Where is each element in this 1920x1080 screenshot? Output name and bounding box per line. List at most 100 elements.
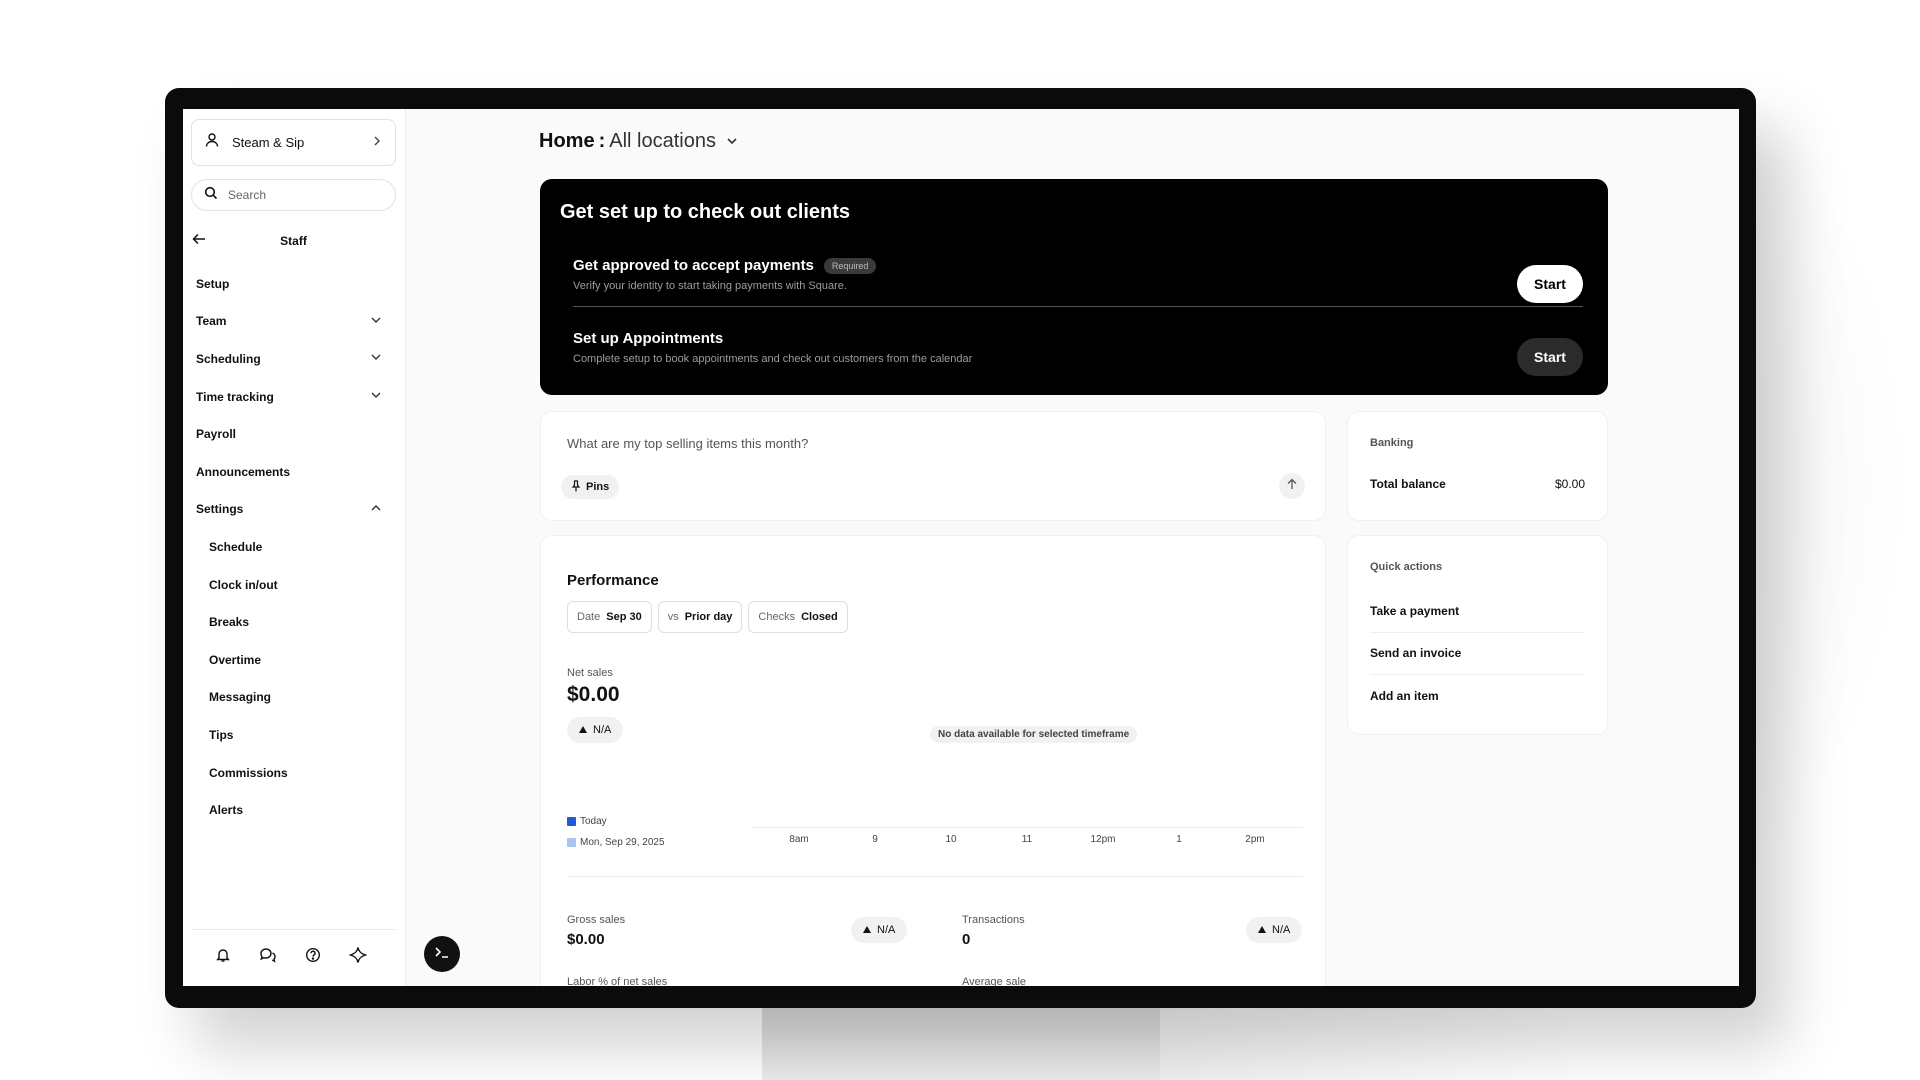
assistant-card: What are my top selling items this month…	[540, 411, 1326, 521]
performance-card: Performance Date Sep 30 vs Prior day Che…	[540, 535, 1326, 986]
task-description: Verify your identity to start taking pay…	[573, 280, 847, 292]
no-data-message: No data available for selected timeframe	[930, 726, 1138, 743]
add-item-action[interactable]: Add an item	[1370, 675, 1585, 718]
sidebar-item-time-tracking[interactable]: Time tracking	[183, 378, 406, 416]
net-sales-label: Net sales	[567, 667, 613, 679]
legend-swatch	[567, 817, 576, 826]
chevron-down-icon	[370, 389, 382, 404]
sidebar-item-label: Clock in/out	[209, 577, 278, 592]
filter-key: Checks	[758, 611, 796, 623]
back-arrow-icon[interactable]	[191, 231, 207, 252]
sidebar-item-label: Payroll	[196, 427, 237, 442]
start-payments-button[interactable]: Start	[1517, 265, 1583, 303]
take-payment-action[interactable]: Take a payment	[1370, 590, 1585, 633]
sidebar-item-announcements[interactable]: Announcements	[183, 453, 406, 491]
stand-shadow	[1160, 1006, 1580, 1080]
divider	[573, 306, 1583, 307]
total-balance-row[interactable]: Total balance $0.00	[1370, 477, 1585, 491]
search-input[interactable]	[228, 188, 378, 202]
task-description: Complete setup to book appointments and …	[573, 353, 973, 365]
sparkle-icon[interactable]	[348, 946, 368, 969]
triangle-up-icon	[579, 724, 587, 736]
monitor-frame: Steam & Sip Staff Setup Team Scheduling Tim…	[165, 88, 1756, 1008]
sidebar-nav: Setup Team Scheduling Time tracking Payroll A…	[183, 265, 406, 829]
sidebar-item-label: Settings	[196, 502, 244, 517]
terminal-icon	[434, 945, 450, 964]
sidebar-item-schedule[interactable]: Schedule	[183, 528, 406, 566]
chart-legend: Today Mon, Sep 29, 2025	[567, 811, 665, 853]
search-icon	[204, 186, 218, 205]
transactions-value: 0	[962, 931, 971, 948]
sidebar-item-scheduling[interactable]: Scheduling	[183, 340, 406, 378]
net-sales-value: $0.00	[567, 683, 620, 706]
chevron-down-icon	[370, 351, 382, 366]
sidebar-item-tips[interactable]: Tips	[183, 716, 406, 754]
sidebar-item-messaging[interactable]: Messaging	[183, 679, 406, 717]
bell-icon[interactable]	[215, 947, 231, 968]
sidebar: Steam & Sip Staff Setup Team Scheduling Tim…	[183, 109, 406, 986]
filter-value: Sep 30	[606, 611, 642, 623]
sidebar-item-label: Commissions	[209, 765, 288, 780]
start-appointments-button[interactable]: Start	[1517, 338, 1583, 376]
sidebar-item-commissions[interactable]: Commissions	[183, 754, 406, 792]
pin-icon	[571, 479, 581, 495]
x-tick-label: 11	[1021, 834, 1033, 845]
chevron-up-icon	[370, 502, 382, 517]
compare-filter[interactable]: vs Prior day	[657, 601, 743, 633]
setup-task-payments: Get approved to accept payments Required…	[573, 257, 1583, 327]
sidebar-item-overtime[interactable]: Overtime	[183, 641, 406, 679]
chevron-down-icon[interactable]	[726, 130, 738, 153]
average-sale-label: Average sale	[962, 976, 1027, 986]
terminal-button[interactable]	[424, 936, 460, 972]
sidebar-item-clock-in-out[interactable]: Clock in/out	[183, 566, 406, 604]
quick-actions-label: Quick actions	[1370, 561, 1443, 573]
transactions-change-badge: N/A	[1246, 917, 1303, 943]
x-tick-label: 12pm	[1090, 834, 1116, 845]
date-filter[interactable]: Date Sep 30	[567, 601, 652, 633]
sidebar-item-settings[interactable]: Settings	[183, 491, 406, 529]
checks-filter[interactable]: Checks Closed	[748, 601, 848, 633]
send-button[interactable]	[1279, 473, 1305, 499]
divider	[567, 876, 1303, 877]
sidebar-item-breaks[interactable]: Breaks	[183, 603, 406, 641]
triangle-up-icon	[1258, 924, 1266, 936]
x-tick-label: 8am	[789, 834, 809, 845]
chat-icon[interactable]	[259, 947, 277, 968]
sidebar-search[interactable]	[191, 179, 396, 211]
net-sales-change-badge: N/A	[567, 717, 624, 743]
pins-button[interactable]: Pins	[561, 475, 620, 499]
total-balance-value: $0.00	[1554, 477, 1585, 491]
monitor-stand	[762, 1006, 1160, 1080]
sidebar-item-team[interactable]: Team	[183, 303, 406, 341]
labor-percent-label: Labor % of net sales	[567, 976, 668, 986]
x-tick-label: 10	[945, 834, 957, 845]
sidebar-item-alerts[interactable]: Alerts	[183, 791, 406, 829]
business-switcher[interactable]: Steam & Sip	[191, 119, 396, 166]
banking-card: Banking Total balance $0.00	[1347, 411, 1608, 521]
sidebar-item-setup[interactable]: Setup	[183, 265, 406, 303]
change-value: N/A	[877, 924, 896, 936]
gross-sales-change-badge: N/A	[851, 917, 908, 943]
sidebar-item-label: Messaging	[209, 690, 272, 705]
send-invoice-action[interactable]: Send an invoice	[1370, 633, 1585, 675]
help-icon[interactable]	[305, 947, 321, 968]
required-badge: Required	[823, 257, 877, 274]
performance-filters: Date Sep 30 vs Prior day Checks Closed	[567, 601, 848, 633]
sidebar-item-label: Scheduling	[196, 351, 261, 366]
filter-value: Prior day	[684, 611, 733, 623]
sidebar-item-label: Time tracking	[196, 389, 274, 404]
filter-key: vs	[667, 611, 679, 623]
assistant-prompt[interactable]: What are my top selling items this month…	[567, 436, 808, 451]
business-name: Steam & Sip	[232, 135, 305, 150]
location-selector[interactable]: All locations	[609, 130, 716, 153]
sidebar-item-label: Setup	[196, 276, 230, 291]
chevron-down-icon	[370, 314, 382, 329]
sidebar-item-label: Overtime	[209, 652, 262, 667]
x-tick-label: 2pm	[1245, 834, 1265, 845]
x-tick-label: 1	[1176, 834, 1182, 845]
sidebar-item-payroll[interactable]: Payroll	[183, 415, 406, 453]
change-value: N/A	[1272, 924, 1291, 936]
page-title-home: Home	[539, 130, 595, 152]
transactions-label: Transactions	[962, 914, 1025, 926]
section-header: Staff	[191, 229, 396, 253]
